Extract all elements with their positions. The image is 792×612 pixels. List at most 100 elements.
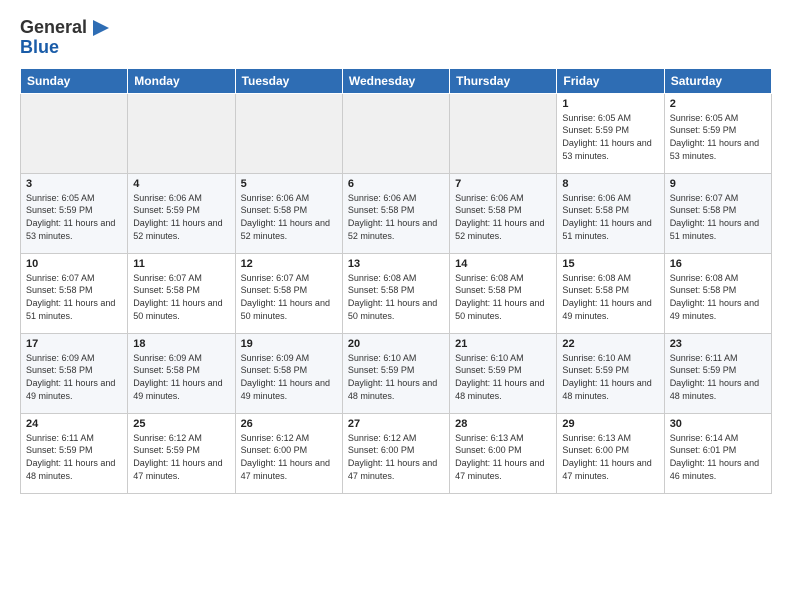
day-number: 2 <box>670 98 766 110</box>
sunset-label: Sunset: 5:58 PM <box>455 205 522 215</box>
day-info: Sunrise: 6:09 AM Sunset: 5:58 PM Dayligh… <box>241 352 337 402</box>
daylight-label: Daylight: 11 hours and 52 minutes. <box>133 218 222 241</box>
calendar-cell: 14 Sunrise: 6:08 AM Sunset: 5:58 PM Dayl… <box>450 253 557 333</box>
calendar-cell: 1 Sunrise: 6:05 AM Sunset: 5:59 PM Dayli… <box>557 93 664 173</box>
calendar-cell: 19 Sunrise: 6:09 AM Sunset: 5:58 PM Dayl… <box>235 333 342 413</box>
sunset-label: Sunset: 5:58 PM <box>133 365 200 375</box>
calendar-cell: 29 Sunrise: 6:13 AM Sunset: 6:00 PM Dayl… <box>557 413 664 493</box>
calendar-cell: 17 Sunrise: 6:09 AM Sunset: 5:58 PM Dayl… <box>21 333 128 413</box>
header-friday: Friday <box>557 68 664 93</box>
day-info: Sunrise: 6:14 AM Sunset: 6:01 PM Dayligh… <box>670 432 766 482</box>
calendar-cell: 3 Sunrise: 6:05 AM Sunset: 5:59 PM Dayli… <box>21 173 128 253</box>
daylight-label: Daylight: 11 hours and 48 minutes. <box>455 378 544 401</box>
day-number: 30 <box>670 418 766 430</box>
day-number: 29 <box>562 418 658 430</box>
logo: General Blue <box>20 16 113 58</box>
day-number: 26 <box>241 418 337 430</box>
calendar-cell: 26 Sunrise: 6:12 AM Sunset: 6:00 PM Dayl… <box>235 413 342 493</box>
day-number: 6 <box>348 178 444 190</box>
sunrise-label: Sunrise: 6:09 AM <box>26 353 95 363</box>
sunset-label: Sunset: 5:59 PM <box>26 205 93 215</box>
day-number: 24 <box>26 418 122 430</box>
day-number: 15 <box>562 258 658 270</box>
day-number: 27 <box>348 418 444 430</box>
sunrise-label: Sunrise: 6:12 AM <box>241 433 310 443</box>
sunrise-label: Sunrise: 6:05 AM <box>562 113 631 123</box>
sunrise-label: Sunrise: 6:07 AM <box>241 273 310 283</box>
sunrise-label: Sunrise: 6:10 AM <box>348 353 417 363</box>
header-sunday: Sunday <box>21 68 128 93</box>
calendar-cell: 20 Sunrise: 6:10 AM Sunset: 5:59 PM Dayl… <box>342 333 449 413</box>
day-info: Sunrise: 6:11 AM Sunset: 5:59 PM Dayligh… <box>26 432 122 482</box>
day-info: Sunrise: 6:08 AM Sunset: 5:58 PM Dayligh… <box>348 272 444 322</box>
day-number: 28 <box>455 418 551 430</box>
day-number: 23 <box>670 338 766 350</box>
sunrise-label: Sunrise: 6:12 AM <box>348 433 417 443</box>
calendar-cell <box>235 93 342 173</box>
daylight-label: Daylight: 11 hours and 50 minutes. <box>455 298 544 321</box>
calendar-cell: 23 Sunrise: 6:11 AM Sunset: 5:59 PM Dayl… <box>664 333 771 413</box>
sunrise-label: Sunrise: 6:13 AM <box>562 433 631 443</box>
day-number: 20 <box>348 338 444 350</box>
daylight-label: Daylight: 11 hours and 53 minutes. <box>26 218 115 241</box>
sunset-label: Sunset: 5:59 PM <box>348 365 415 375</box>
sunset-label: Sunset: 5:58 PM <box>455 285 522 295</box>
daylight-label: Daylight: 11 hours and 51 minutes. <box>670 218 759 241</box>
calendar-cell: 8 Sunrise: 6:06 AM Sunset: 5:58 PM Dayli… <box>557 173 664 253</box>
calendar-cell: 18 Sunrise: 6:09 AM Sunset: 5:58 PM Dayl… <box>128 333 235 413</box>
sunset-label: Sunset: 5:58 PM <box>670 285 737 295</box>
calendar-cell: 22 Sunrise: 6:10 AM Sunset: 5:59 PM Dayl… <box>557 333 664 413</box>
calendar-week-2: 3 Sunrise: 6:05 AM Sunset: 5:59 PM Dayli… <box>21 173 772 253</box>
day-number: 25 <box>133 418 229 430</box>
calendar-cell: 13 Sunrise: 6:08 AM Sunset: 5:58 PM Dayl… <box>342 253 449 333</box>
day-info: Sunrise: 6:10 AM Sunset: 5:59 PM Dayligh… <box>455 352 551 402</box>
daylight-label: Daylight: 11 hours and 47 minutes. <box>348 458 437 481</box>
sunrise-label: Sunrise: 6:11 AM <box>26 433 94 443</box>
sunrise-label: Sunrise: 6:12 AM <box>133 433 202 443</box>
header-tuesday: Tuesday <box>235 68 342 93</box>
day-number: 8 <box>562 178 658 190</box>
daylight-label: Daylight: 11 hours and 50 minutes. <box>241 298 330 321</box>
calendar-cell: 5 Sunrise: 6:06 AM Sunset: 5:58 PM Dayli… <box>235 173 342 253</box>
calendar-cell <box>128 93 235 173</box>
sunset-label: Sunset: 5:58 PM <box>133 285 200 295</box>
day-info: Sunrise: 6:06 AM Sunset: 5:58 PM Dayligh… <box>241 192 337 242</box>
sunset-label: Sunset: 6:00 PM <box>455 445 522 455</box>
day-number: 22 <box>562 338 658 350</box>
daylight-label: Daylight: 11 hours and 52 minutes. <box>241 218 330 241</box>
calendar-cell: 12 Sunrise: 6:07 AM Sunset: 5:58 PM Dayl… <box>235 253 342 333</box>
daylight-label: Daylight: 11 hours and 49 minutes. <box>670 298 759 321</box>
calendar-cell: 10 Sunrise: 6:07 AM Sunset: 5:58 PM Dayl… <box>21 253 128 333</box>
day-number: 17 <box>26 338 122 350</box>
daylight-label: Daylight: 11 hours and 51 minutes. <box>562 218 651 241</box>
calendar-cell: 9 Sunrise: 6:07 AM Sunset: 5:58 PM Dayli… <box>664 173 771 253</box>
sunrise-label: Sunrise: 6:10 AM <box>455 353 524 363</box>
sunset-label: Sunset: 5:58 PM <box>26 285 93 295</box>
sunset-label: Sunset: 5:59 PM <box>455 365 522 375</box>
sunrise-label: Sunrise: 6:06 AM <box>133 193 202 203</box>
calendar-cell <box>450 93 557 173</box>
day-info: Sunrise: 6:08 AM Sunset: 5:58 PM Dayligh… <box>455 272 551 322</box>
day-number: 14 <box>455 258 551 270</box>
calendar-cell: 16 Sunrise: 6:08 AM Sunset: 5:58 PM Dayl… <box>664 253 771 333</box>
calendar-cell: 25 Sunrise: 6:12 AM Sunset: 5:59 PM Dayl… <box>128 413 235 493</box>
sunset-label: Sunset: 5:59 PM <box>26 445 93 455</box>
sunset-label: Sunset: 5:59 PM <box>670 365 737 375</box>
daylight-label: Daylight: 11 hours and 50 minutes. <box>133 298 222 321</box>
day-info: Sunrise: 6:06 AM Sunset: 5:58 PM Dayligh… <box>562 192 658 242</box>
sunset-label: Sunset: 6:00 PM <box>241 445 308 455</box>
daylight-label: Daylight: 11 hours and 53 minutes. <box>670 138 759 161</box>
day-info: Sunrise: 6:08 AM Sunset: 5:58 PM Dayligh… <box>562 272 658 322</box>
sunrise-label: Sunrise: 6:08 AM <box>670 273 739 283</box>
calendar-cell: 2 Sunrise: 6:05 AM Sunset: 5:59 PM Dayli… <box>664 93 771 173</box>
sunrise-label: Sunrise: 6:14 AM <box>670 433 739 443</box>
sunrise-label: Sunrise: 6:08 AM <box>348 273 417 283</box>
sunrise-label: Sunrise: 6:11 AM <box>670 353 738 363</box>
sunrise-label: Sunrise: 6:09 AM <box>133 353 202 363</box>
daylight-label: Daylight: 11 hours and 52 minutes. <box>348 218 437 241</box>
day-info: Sunrise: 6:13 AM Sunset: 6:00 PM Dayligh… <box>562 432 658 482</box>
calendar-cell: 6 Sunrise: 6:06 AM Sunset: 5:58 PM Dayli… <box>342 173 449 253</box>
calendar-cell: 7 Sunrise: 6:06 AM Sunset: 5:58 PM Dayli… <box>450 173 557 253</box>
calendar-cell: 24 Sunrise: 6:11 AM Sunset: 5:59 PM Dayl… <box>21 413 128 493</box>
logo-blue: Blue <box>20 38 59 58</box>
